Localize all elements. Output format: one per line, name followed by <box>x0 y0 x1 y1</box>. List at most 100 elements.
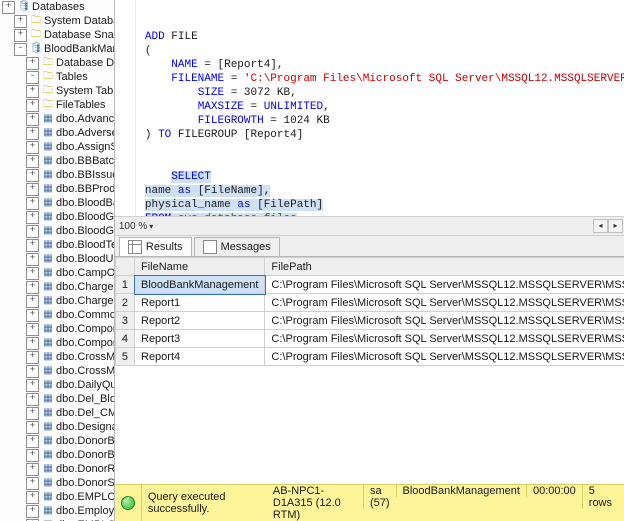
tree-table-node[interactable]: +▦dbo.BloodTestNameMaster <box>0 238 114 252</box>
table-row[interactable]: 4Report3C:\Program Files\Microsoft SQL S… <box>115 330 624 348</box>
expander-icon[interactable]: + <box>26 197 39 210</box>
tree-table-node[interactable]: +▦dbo.ChargesInformation <box>0 280 114 294</box>
expander-icon[interactable]: + <box>26 491 39 504</box>
table-row[interactable]: 5Report4C:\Program Files\Microsoft SQL S… <box>115 348 624 366</box>
cell-filepath[interactable]: C:\Program Files\Microsoft SQL Server\MS… <box>265 312 624 330</box>
tree-node[interactable]: +🗀Database Snapshots <box>0 28 114 42</box>
expander-icon[interactable]: + <box>26 127 39 140</box>
grid-header[interactable]: FilePath <box>265 258 624 276</box>
expander-icon[interactable]: + <box>14 29 27 42</box>
cell-filepath[interactable]: C:\Program Files\Microsoft SQL Server\MS… <box>265 276 624 294</box>
expander-icon[interactable]: + <box>26 155 39 168</box>
expander-icon[interactable]: + <box>26 211 39 224</box>
tree-table-node[interactable]: +▦dbo.CampOrganizerInfo <box>0 266 114 280</box>
tree-node[interactable]: -🗀Tables <box>0 70 114 84</box>
expander-icon[interactable]: - <box>26 71 39 84</box>
expander-icon[interactable]: + <box>26 365 39 378</box>
tree-table-node[interactable]: +▦dbo.CommonDDL_Mst <box>0 308 114 322</box>
expander-icon[interactable]: + <box>26 85 39 98</box>
cell-filename[interactable]: Report3 <box>135 330 265 348</box>
expander-icon[interactable]: + <box>26 435 39 448</box>
row-header[interactable]: 2 <box>115 294 134 312</box>
expander-icon[interactable]: + <box>26 463 39 476</box>
tree-table-node[interactable]: +▦dbo.DonorScreeningRegister <box>0 476 114 490</box>
table-row[interactable]: 2Report1C:\Program Files\Microsoft SQL S… <box>115 294 624 312</box>
tree-table-node[interactable]: +▦dbo.CrossMatchReport <box>0 364 114 378</box>
tree-table-node[interactable]: +▦dbo.DailyQualityControl <box>0 378 114 392</box>
expander-icon[interactable]: + <box>26 253 39 266</box>
row-header[interactable]: 1 <box>115 276 134 294</box>
cell-filepath[interactable]: C:\Program Files\Microsoft SQL Server\MS… <box>265 330 624 348</box>
cell-filepath[interactable]: C:\Program Files\Microsoft SQL Server\MS… <box>265 294 624 312</box>
expander-icon[interactable]: + <box>26 393 39 406</box>
tree-table-node[interactable]: +▦dbo.DonorBloodBagEntry <box>0 434 114 448</box>
expander-icon[interactable]: + <box>26 225 39 238</box>
expander-icon[interactable]: + <box>26 407 39 420</box>
tree-node[interactable]: +🗀FileTables <box>0 98 114 112</box>
expander-icon[interactable]: - <box>14 43 27 56</box>
tree-table-node[interactable]: +▦dbo.BBIssue <box>0 168 114 182</box>
expander-icon[interactable]: + <box>26 295 39 308</box>
expander-icon[interactable]: + <box>26 351 39 364</box>
tree-table-node[interactable]: +▦dbo.AdverseReaction <box>0 126 114 140</box>
tree-table-node[interactable]: +▦dbo.AdvancedBillAmount <box>0 112 114 126</box>
cell-filename[interactable]: Report2 <box>135 312 265 330</box>
expander-icon[interactable]: + <box>14 15 27 28</box>
expander-icon[interactable]: + <box>26 477 39 490</box>
tree-table-node[interactable]: +▦dbo.ChargesLog <box>0 294 114 308</box>
tree-table-node[interactable]: +▦dbo.CrossMatchProdDetails <box>0 350 114 364</box>
expander-icon[interactable]: + <box>26 323 39 336</box>
row-header[interactable]: 4 <box>115 330 134 348</box>
row-header[interactable]: 3 <box>115 312 134 330</box>
zoom-value[interactable]: 100 % <box>119 221 147 232</box>
expander-icon[interactable]: + <box>26 379 39 392</box>
expander-icon[interactable]: + <box>26 239 39 252</box>
expander-icon[interactable]: + <box>26 421 39 434</box>
tree-table-node[interactable]: +▦dbo.DesignationMaster <box>0 420 114 434</box>
tree-table-node[interactable]: +▦dbo.BBBatchMaster <box>0 154 114 168</box>
tree-table-node[interactable]: +▦dbo.BloodGroupDetails <box>0 210 114 224</box>
chevron-down-icon[interactable]: ▾ <box>149 222 153 231</box>
tree-table-node[interactable]: +▦dbo.AssignStorage <box>0 140 114 154</box>
tree-table-node[interactable]: +▦dbo.BloodBagIssue <box>0 196 114 210</box>
tree-table-node[interactable]: +▦dbo.Del_BloodComponentRegister <box>0 392 114 406</box>
expander-icon[interactable]: + <box>26 169 39 182</box>
results-pane[interactable]: FileName FilePath 1BloodBankManagementC:… <box>115 256 624 484</box>
grid-header[interactable]: FileName <box>135 258 265 276</box>
tree-node[interactable]: +🛢Databases <box>0 0 114 14</box>
tree-table-node[interactable]: +▦dbo.BloodUnitDiscardMaster <box>0 252 114 266</box>
table-row[interactable]: 3Report2C:\Program Files\Microsoft SQL S… <box>115 312 624 330</box>
expander-icon[interactable]: + <box>26 267 39 280</box>
expander-icon[interactable]: + <box>26 449 39 462</box>
cell-filepath[interactable]: C:\Program Files\Microsoft SQL Server\MS… <box>265 348 624 366</box>
object-explorer[interactable]: +🛢Databases+🗀System Databases+🗀Database … <box>0 0 115 521</box>
results-grid[interactable]: FileName FilePath 1BloodBankManagementC:… <box>115 257 624 366</box>
tree-table-node[interactable]: +▦dbo.Del_CMGRegister <box>0 406 114 420</box>
scroll-left-icon[interactable]: ◂ <box>593 219 608 233</box>
tree-table-node[interactable]: +▦dbo.DonorBloodGroupingRegister <box>0 448 114 462</box>
expander-icon[interactable]: + <box>26 141 39 154</box>
tree-table-node[interactable]: +▦dbo.BBProductMaster <box>0 182 114 196</box>
expander-icon[interactable]: + <box>2 1 15 14</box>
tree-table-node[interactable]: +▦dbo.BloodGrp_Mst <box>0 224 114 238</box>
expander-icon[interactable]: + <box>26 113 39 126</box>
expander-icon[interactable]: + <box>26 57 39 70</box>
expander-icon[interactable]: + <box>26 309 39 322</box>
tree-table-node[interactable]: +▦dbo.ComponentProduct <box>0 322 114 336</box>
expander-icon[interactable]: + <box>26 183 39 196</box>
tab-messages[interactable]: Messages <box>194 237 280 256</box>
cell-filename[interactable]: Report4 <box>135 348 265 366</box>
tree-table-node[interactable]: +▦dbo.EMPLOYEE <box>0 490 114 504</box>
tab-results[interactable]: Results <box>119 237 192 256</box>
tree-node[interactable]: -🛢BloodBankManagement <box>0 42 114 56</box>
expander-icon[interactable]: + <box>26 281 39 294</box>
cell-filename[interactable]: BloodBankManagement <box>135 276 265 294</box>
tree-table-node[interactable]: +▦dbo.ComponentSeparation <box>0 336 114 350</box>
sql-editor[interactable]: ADD FILE ( NAME = [Report4], FILENAME = … <box>115 0 624 216</box>
expander-icon[interactable]: + <box>26 505 39 518</box>
tree-node[interactable]: +🗀Database Diagrams <box>0 56 114 70</box>
tree-table-node[interactable]: +▦dbo.EmployeeInformation <box>0 504 114 518</box>
row-header[interactable]: 5 <box>115 348 134 366</box>
grid-corner[interactable] <box>115 258 134 276</box>
expander-icon[interactable]: + <box>26 99 39 112</box>
